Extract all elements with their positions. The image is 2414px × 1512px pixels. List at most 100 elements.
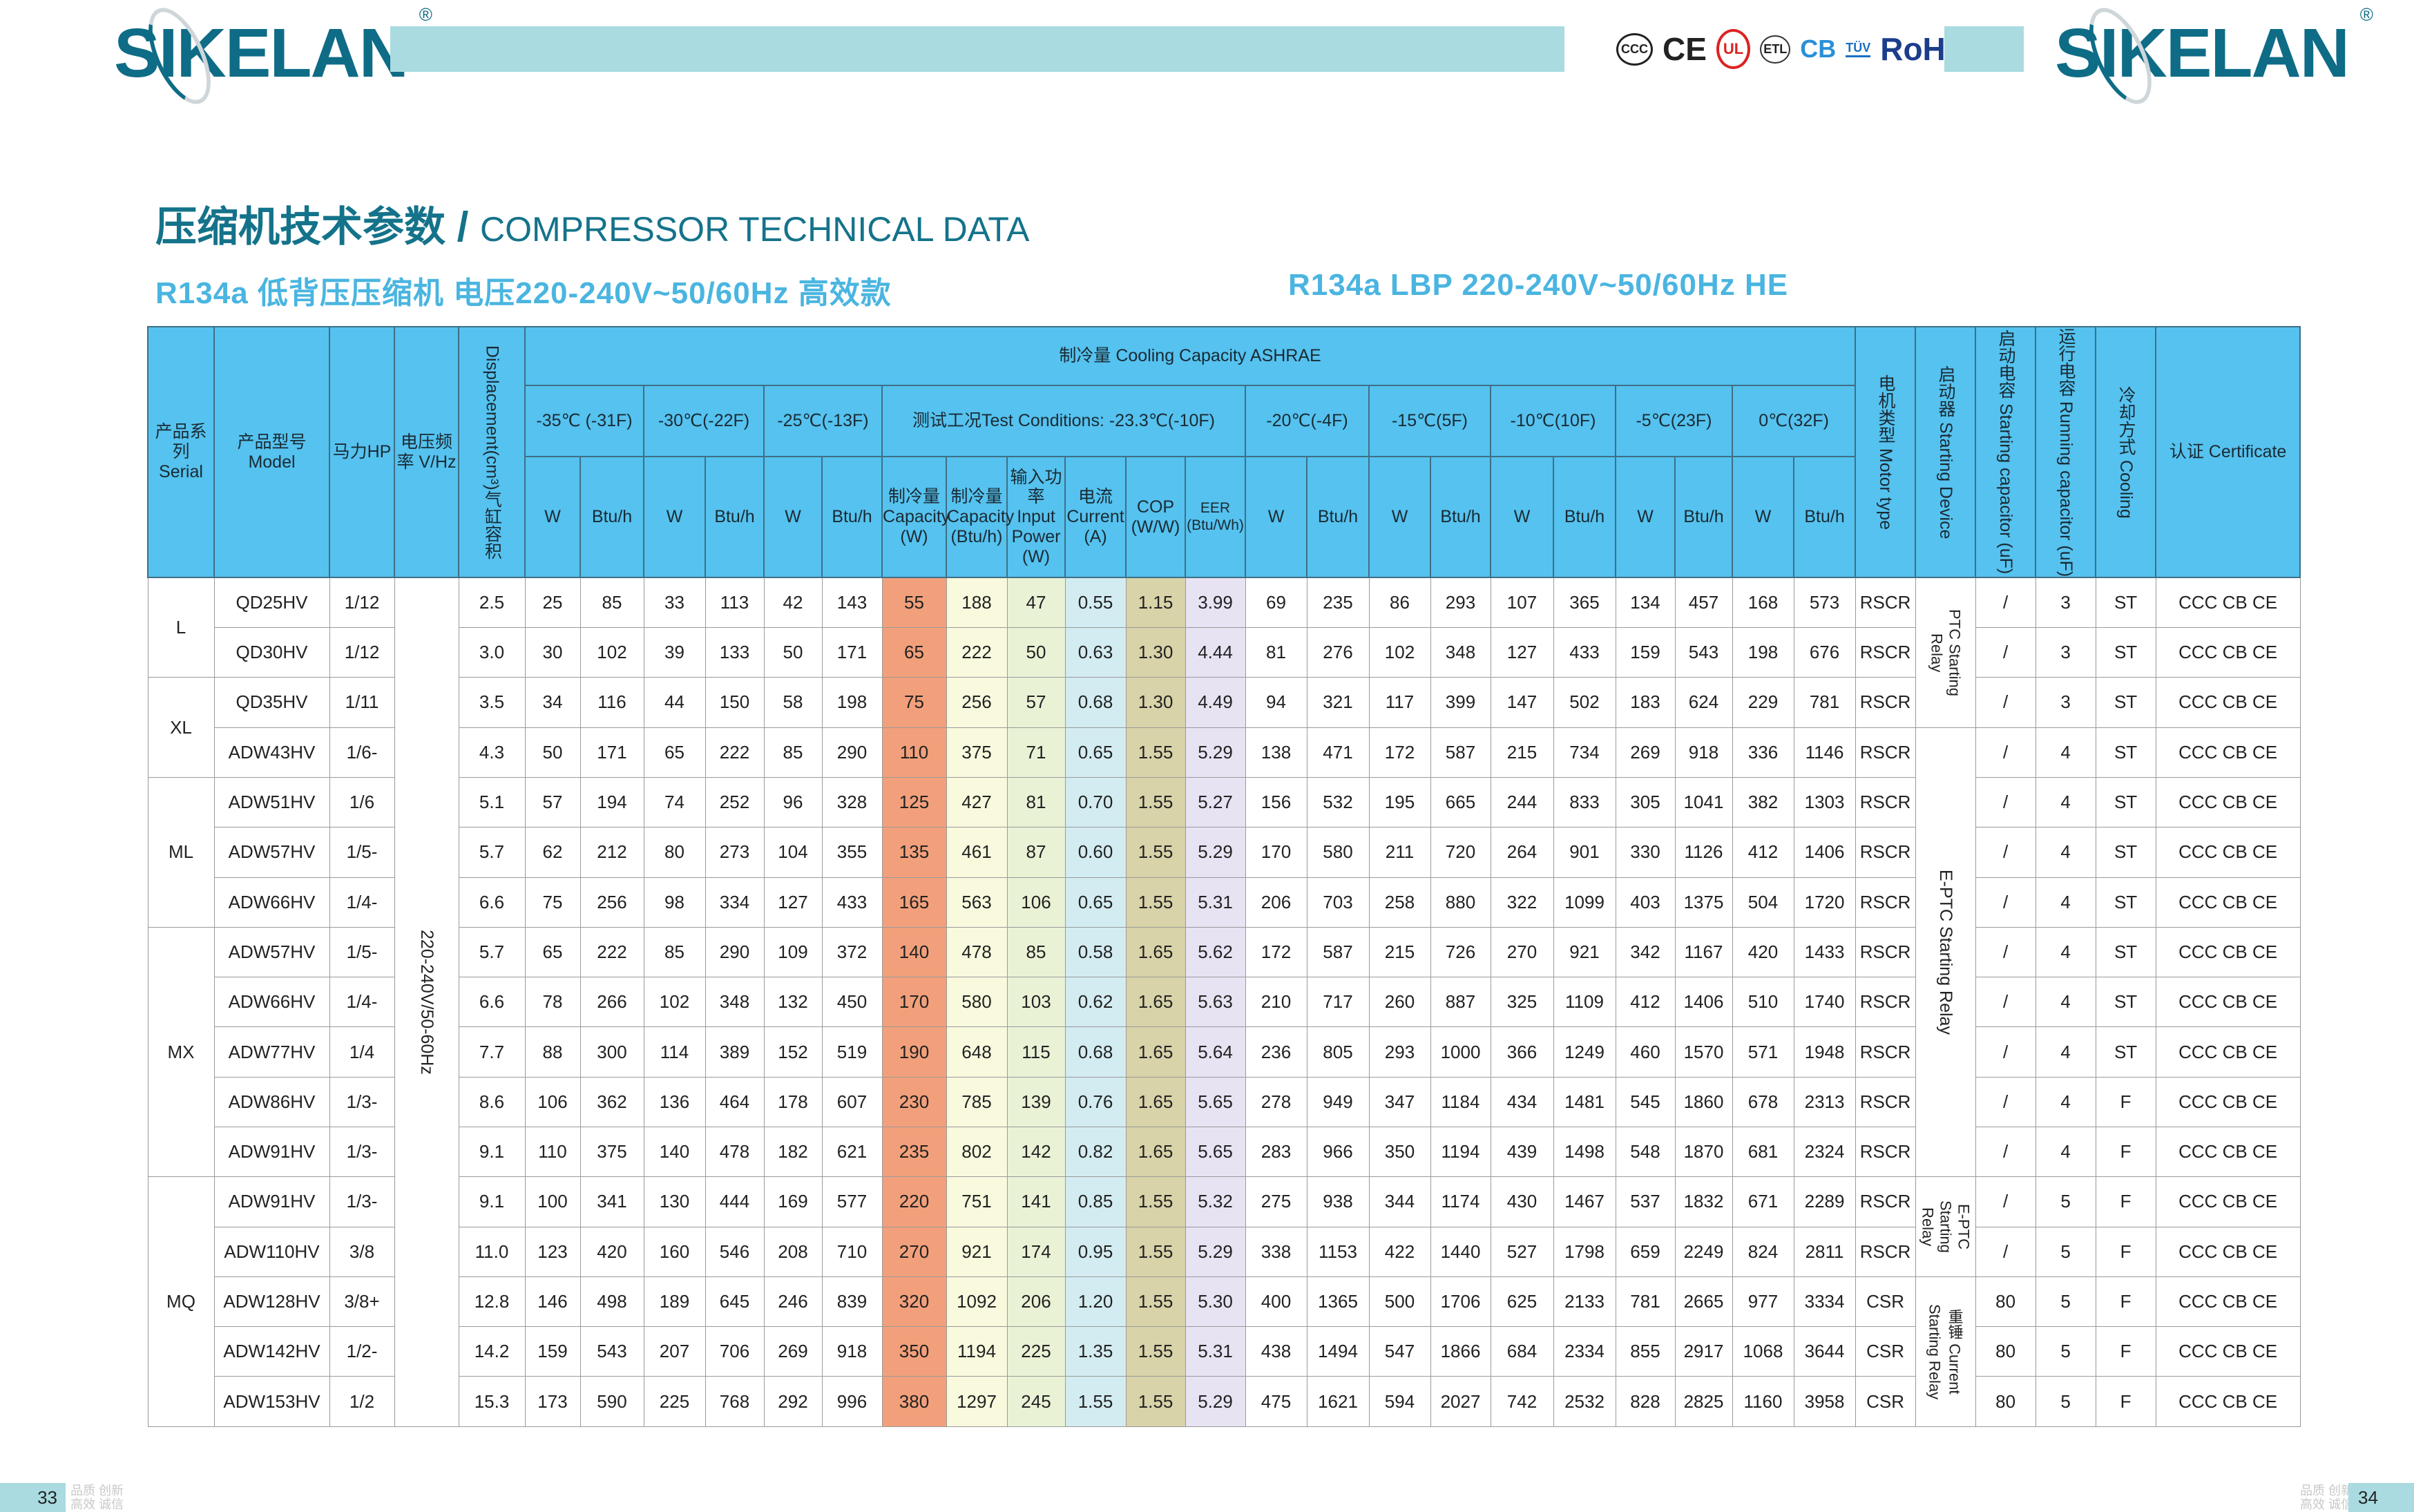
value-cell: 1740 <box>1793 977 1856 1028</box>
value-cell: 2133 <box>1553 1276 1616 1328</box>
voltage-label: 220-240V/50-60Hz <box>417 930 437 1075</box>
certificate-cell: CCC CB CE <box>2155 1326 2301 1377</box>
start-cap-cell: / <box>1975 827 2036 878</box>
value-cell: 140 <box>881 926 947 978</box>
value-cell: 85 <box>579 577 644 629</box>
hp-cell: 1/6- <box>329 727 395 778</box>
value-cell: 104 <box>763 827 823 878</box>
value-cell: 464 <box>705 1076 765 1128</box>
value-cell: 996 <box>821 1376 883 1427</box>
voltage-cell: 220-240V/50-60Hz <box>394 577 459 1427</box>
header-run-cap-label: 运行电容 Running capacitor (uF) <box>2056 327 2076 577</box>
header-cap-btu: 制冷量 Capacity (Btu/h) <box>946 455 1014 579</box>
start-cap-cell: 80 <box>1975 1326 2036 1377</box>
model-cell: ADW66HV <box>213 977 330 1028</box>
value-cell: 0.82 <box>1064 1126 1127 1178</box>
value-cell: 1375 <box>1674 877 1733 928</box>
value-cell: 577 <box>821 1176 883 1227</box>
value-cell: 594 <box>1368 1376 1431 1427</box>
motor-cell: RSCR <box>1855 977 1916 1028</box>
value-cell: 422 <box>1368 1226 1431 1277</box>
value-cell: 1570 <box>1674 1026 1733 1078</box>
value-cell: 5.65 <box>1185 1126 1246 1178</box>
header-cap-w: 制冷量 Capacity (W) <box>881 455 950 579</box>
value-cell: 805 <box>1306 1026 1370 1078</box>
value-cell: 726 <box>1430 926 1491 978</box>
value-cell: 188 <box>946 577 1008 629</box>
serial-cell: ML <box>147 776 215 928</box>
value-cell: 347 <box>1368 1076 1431 1128</box>
value-cell: 85 <box>643 926 706 978</box>
value-cell: 706 <box>705 1326 765 1377</box>
value-cell: 344 <box>1368 1176 1431 1227</box>
value-cell: 1160 <box>1732 1376 1794 1427</box>
value-cell: 270 <box>1490 926 1554 978</box>
value-cell: 190 <box>881 1026 947 1078</box>
header-test-conditions: 测试工况Test Conditions: -23.3℃(-10F) <box>881 385 1246 457</box>
displacement-cell: 4.3 <box>458 727 526 778</box>
value-cell: 210 <box>1245 977 1307 1028</box>
header-hp: 马力HP <box>329 325 395 579</box>
header-input-power: 输入功率 Input Power (W) <box>1006 455 1066 579</box>
value-cell: 236 <box>1245 1026 1307 1078</box>
value-cell: 0.60 <box>1064 827 1127 878</box>
slogan-right: 品质 创新 高效 诚信 <box>2300 1484 2353 1511</box>
value-cell: 320 <box>881 1276 947 1328</box>
value-cell: 292 <box>763 1376 823 1427</box>
value-cell: 135 <box>881 827 947 878</box>
value-cell: 389 <box>705 1026 765 1078</box>
value-cell: 65 <box>881 627 947 678</box>
certificate-cell: CCC CB CE <box>2155 1076 2301 1128</box>
header-0: 0℃(32F) <box>1731 385 1857 457</box>
title-separator: / <box>446 204 481 250</box>
value-cell: 839 <box>821 1276 883 1328</box>
value-cell: 1.65 <box>1125 926 1186 978</box>
value-cell: 2532 <box>1553 1376 1616 1427</box>
motor-cell: RSCR <box>1855 926 1916 978</box>
displacement-cell: 5.1 <box>458 776 526 828</box>
unit-btu: Btu/h <box>705 455 765 579</box>
run-cap-cell: 3 <box>2035 577 2096 629</box>
table-row: MX ADW57HV 1/5- 5.7 65 222 85 290 109 372 140 478 85… <box>147 926 2301 1178</box>
value-cell: 3334 <box>1793 1276 1856 1328</box>
value-cell: 139 <box>1006 1076 1066 1128</box>
table-row: ADW57HV 1/5- 5.7 62 212 80 273 104 355 135 461 87 0.… <box>148 827 2301 878</box>
value-cell: 2917 <box>1674 1326 1733 1377</box>
value-cell: 1194 <box>1430 1126 1491 1178</box>
value-cell: 152 <box>763 1026 823 1078</box>
value-cell: 110 <box>881 727 947 778</box>
value-cell: 5.32 <box>1185 1176 1246 1227</box>
value-cell: 433 <box>821 877 883 928</box>
value-cell: 341 <box>579 1176 644 1227</box>
displacement-cell: 15.3 <box>458 1376 526 1427</box>
value-cell: 5.29 <box>1185 1226 1246 1277</box>
value-cell: 355 <box>821 827 883 878</box>
hp-cell: 1/11 <box>329 677 395 728</box>
value-cell: 178 <box>763 1076 823 1128</box>
unit-btu: Btu/h <box>1306 455 1370 579</box>
value-cell: 2313 <box>1793 1076 1856 1128</box>
start-cap-cell: / <box>1975 627 2036 678</box>
value-cell: 172 <box>1245 926 1307 978</box>
model-cell: ADW128HV <box>213 1276 330 1328</box>
hp-cell: 3/8+ <box>329 1276 395 1328</box>
cooling-cell: F <box>2095 1276 2156 1328</box>
value-cell: 478 <box>705 1126 765 1178</box>
hp-cell: 1/4- <box>329 977 395 1028</box>
header-run-cap: 运行电容 Running capacitor (uF) <box>2035 325 2097 579</box>
cooling-cell: ST <box>2095 727 2156 778</box>
value-cell: 30 <box>524 627 581 678</box>
value-cell: 321 <box>1306 677 1370 728</box>
value-cell: 475 <box>1245 1376 1307 1427</box>
value-cell: 171 <box>579 727 644 778</box>
table-row: ADW43HV 1/6- 4.3 50 171 65 222 85 290 110 375 71 0.6… <box>148 727 2301 1178</box>
value-cell: 0.58 <box>1064 926 1127 978</box>
model-cell: ADW66HV <box>213 877 330 928</box>
table-row: ML ADW51HV 1/6 5.1 57 194 74 252 96 328 125 427 81 0.… <box>147 776 2301 928</box>
table-row: ADW153HV 1/2 15.3 173 590 225 768 292 996 380 1297… <box>148 1376 2301 1427</box>
header-bar <box>390 26 1564 72</box>
value-cell: 543 <box>1674 627 1733 678</box>
run-cap-cell: 4 <box>2035 727 2096 778</box>
value-cell: 1406 <box>1674 977 1733 1028</box>
value-cell: 106 <box>524 1076 581 1128</box>
